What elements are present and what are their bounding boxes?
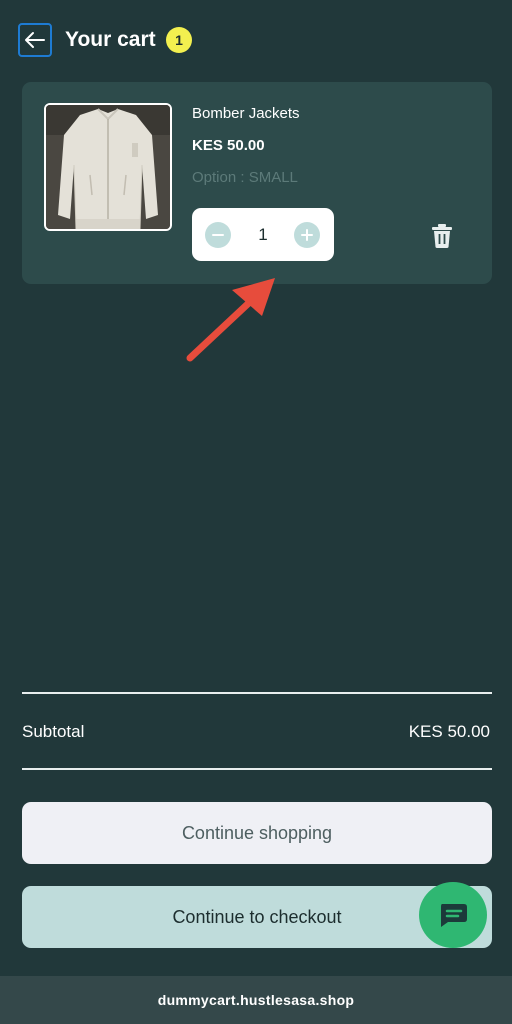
page-title: Your cart [65,28,156,51]
product-image[interactable] [44,103,172,231]
product-name[interactable]: Bomber Jackets [192,105,300,122]
subtotal-value: KES 50.00 [408,722,490,741]
chat-button[interactable] [419,882,487,948]
cart-item-card: Bomber Jackets KES 50.00 Option : SMALL … [22,82,492,284]
cart-page: Your cart 1 Bomber Jackets KES 50.00 Opt… [0,0,512,1024]
subtotal-label: Subtotal [22,722,85,741]
decrease-quantity-button[interactable] [205,222,231,248]
divider [22,768,492,770]
product-price: KES 50.00 [192,137,265,154]
continue-shopping-button[interactable]: Continue shopping [22,802,492,864]
cart-count-badge: 1 [166,27,192,53]
browser-url-bar: dummycart.hustlesasa.shop [0,976,512,1024]
trash-icon [432,224,452,248]
header: Your cart 1 [0,0,512,80]
remove-item-button[interactable] [430,223,454,249]
quantity-value[interactable]: 1 [242,222,284,248]
jacket-image [46,105,170,229]
chat-icon [441,904,467,927]
plus-icon [301,229,313,241]
back-button[interactable] [18,23,52,57]
annotation-arrow-icon [186,278,275,362]
quantity-stepper: 1 [192,208,334,261]
divider [22,692,492,694]
increase-quantity-button[interactable] [294,222,320,248]
product-option: Option : SMALL [192,169,298,186]
minus-icon [212,234,224,236]
arrow-left-icon [25,32,45,48]
